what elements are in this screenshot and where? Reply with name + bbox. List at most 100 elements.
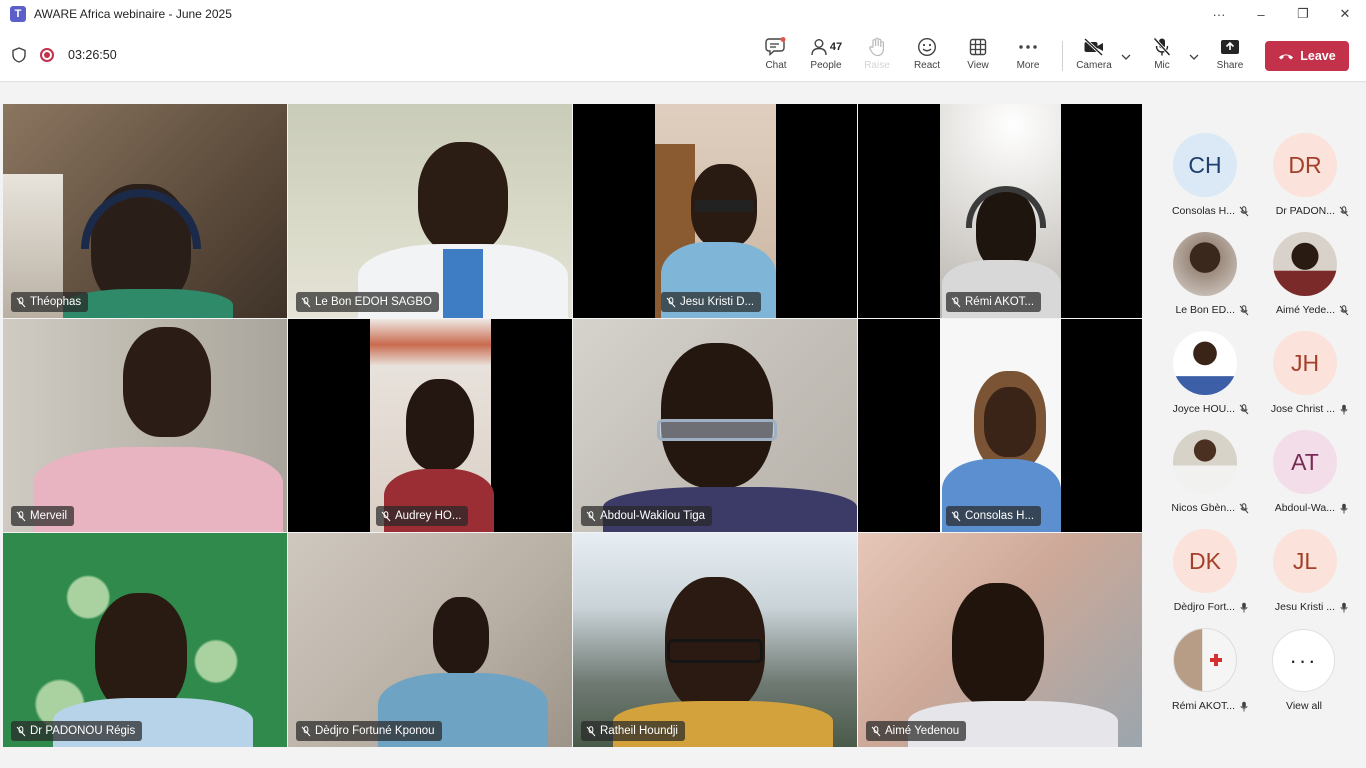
roster-name: Dr PADON...	[1275, 205, 1335, 217]
meeting-toolbar: 03:26:50 Chat 47 People Raise React View	[0, 28, 1366, 82]
muted-mic-icon	[16, 725, 26, 736]
participant-name: Dr PADONOU Régis	[30, 725, 136, 737]
roster-participant[interactable]: Aimé Yede...	[1259, 232, 1351, 328]
muted-mic-icon	[666, 296, 676, 307]
roster-participant[interactable]: JH Jose Christ ...	[1259, 331, 1351, 427]
avatar: DR	[1273, 133, 1337, 197]
roster-participant[interactable]: CH Consolas H...	[1159, 133, 1251, 229]
roster-name: Dèdjro Fort...	[1173, 601, 1235, 613]
view-all-button[interactable]: ···	[1272, 629, 1335, 692]
avatar: JH	[1273, 331, 1337, 395]
view-label: View	[967, 60, 989, 71]
muted-mic-icon	[1239, 503, 1249, 514]
more-button[interactable]: More	[1002, 36, 1054, 76]
people-icon	[811, 39, 827, 56]
roster-participant[interactable]: JL Jesu Kristi ...	[1259, 529, 1351, 625]
mic-off-icon	[1153, 37, 1171, 57]
avatar-initials: DR	[1288, 151, 1322, 178]
camera-button[interactable]: Camera	[1068, 36, 1120, 76]
share-button[interactable]: Share	[1204, 36, 1256, 76]
roster-participant[interactable]: AT Abdoul-Wa...	[1259, 430, 1351, 526]
mic-icon	[1340, 404, 1348, 415]
muted-mic-icon	[301, 296, 311, 307]
video-tile[interactable]: Le Bon EDOH SAGBO	[288, 104, 572, 318]
muted-mic-icon	[16, 296, 26, 307]
muted-mic-icon	[1239, 305, 1249, 316]
roster-participant[interactable]: Le Bon ED...	[1159, 232, 1251, 328]
video-tile[interactable]: Merveil	[3, 319, 287, 532]
roster-name: Jesu Kristi ...	[1274, 601, 1335, 613]
participant-name: Théophas	[30, 296, 82, 308]
avatar-initials: DK	[1189, 547, 1221, 574]
roster-name: Abdoul-Wa...	[1274, 502, 1335, 514]
close-button[interactable]: ✕	[1324, 0, 1366, 28]
avatar-photo	[1173, 232, 1237, 296]
window-controls: ··· – ❐ ✕	[1198, 0, 1366, 28]
roster-participant[interactable]: Rémi AKOT...	[1159, 628, 1251, 724]
avatar: AT	[1273, 430, 1337, 494]
chat-button[interactable]: Chat	[750, 36, 802, 76]
roster-name: Jose Christ ...	[1270, 403, 1335, 415]
leave-button[interactable]: Leave	[1265, 41, 1349, 71]
participant-name: Abdoul-Wakilou Tiga	[600, 510, 706, 522]
participant-nameplate: Abdoul-Wakilou Tiga	[581, 506, 713, 526]
view-button[interactable]: View	[952, 36, 1004, 76]
more-label: More	[1016, 60, 1040, 71]
participant-name: Le Bon EDOH SAGBO	[315, 296, 432, 308]
mic-icon	[1240, 701, 1248, 712]
video-tile[interactable]: Dèdjro Fortuné Kponou	[288, 533, 572, 747]
video-tile[interactable]: Abdoul-Wakilou Tiga	[573, 319, 857, 532]
roster-participant[interactable]: Nicos Gbèn...	[1159, 430, 1251, 526]
video-tile[interactable]: Aimé Yedenou	[858, 533, 1142, 747]
minimize-button[interactable]: –	[1240, 0, 1282, 28]
react-button[interactable]: React	[901, 36, 953, 76]
roster-name: Rémi AKOT...	[1171, 700, 1235, 712]
raise-hand-button[interactable]: Raise	[851, 36, 903, 76]
recording-icon	[40, 48, 54, 62]
video-tile[interactable]: Théophas	[3, 104, 287, 318]
avatar-photo	[1173, 331, 1237, 395]
mic-button[interactable]: Mic	[1136, 36, 1188, 76]
muted-mic-icon	[586, 510, 596, 521]
participant-name: Rémi AKOT...	[965, 296, 1035, 308]
react-label: React	[913, 60, 941, 71]
people-button[interactable]: 47 People	[800, 36, 852, 76]
video-tile[interactable]: Ratheil Houndji	[573, 533, 857, 747]
share-label: Share	[1216, 60, 1244, 71]
avatar-initials: JL	[1292, 547, 1318, 574]
video-tile[interactable]: Audrey HO...	[288, 319, 572, 532]
avatar-photo	[1173, 430, 1237, 494]
participant-name: Aimé Yedenou	[885, 725, 960, 737]
people-count: 47	[829, 41, 843, 53]
mic-icon	[1340, 503, 1348, 514]
muted-mic-icon	[301, 725, 311, 736]
title-bar: T AWARE Africa webinaire - June 2025 ···…	[0, 0, 1366, 28]
roster-participant[interactable]: DR Dr PADON...	[1259, 133, 1351, 229]
roster-name: Consolas H...	[1171, 205, 1235, 217]
participant-nameplate: Ratheil Houndji	[581, 721, 685, 741]
roster-participant[interactable]: DK Dèdjro Fort...	[1159, 529, 1251, 625]
participant-nameplate: Consolas H...	[946, 506, 1042, 526]
mic-options-chevron-down-icon[interactable]	[1187, 50, 1201, 64]
participant-nameplate: Aimé Yedenou	[866, 721, 967, 741]
participant-name: Jesu Kristi D...	[680, 296, 755, 308]
video-tile[interactable]: Rémi AKOT...	[858, 104, 1142, 318]
video-tile[interactable]: Consolas H...	[858, 319, 1142, 532]
maximize-button[interactable]: ❐	[1282, 0, 1324, 28]
participant-nameplate: Merveil	[11, 506, 75, 526]
muted-mic-icon	[871, 725, 881, 736]
hang-up-icon	[1279, 54, 1294, 60]
title-more-button[interactable]: ···	[1198, 0, 1240, 28]
camera-options-chevron-down-icon[interactable]	[1119, 50, 1133, 64]
raise-label: Raise	[864, 60, 890, 71]
shield-icon[interactable]	[12, 47, 26, 63]
muted-mic-icon	[951, 510, 961, 521]
toolbar-divider	[1062, 41, 1063, 71]
muted-mic-icon	[1339, 206, 1349, 217]
participant-name: Dèdjro Fortuné Kponou	[315, 725, 435, 737]
view-all-label[interactable]: View all	[1262, 700, 1346, 712]
more-dots-icon: ···	[1289, 647, 1318, 673]
roster-participant[interactable]: Joyce HOU...	[1159, 331, 1251, 427]
video-tile[interactable]: Jesu Kristi D...	[573, 104, 857, 318]
video-tile[interactable]: Dr PADONOU Régis	[3, 533, 287, 747]
